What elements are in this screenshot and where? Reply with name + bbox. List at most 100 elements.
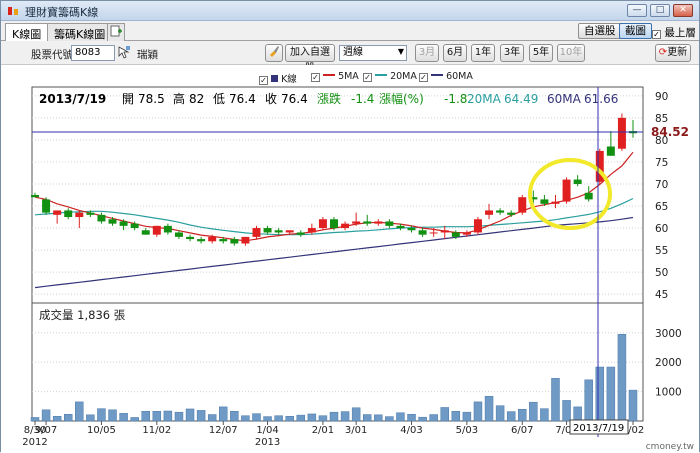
volume-bar <box>97 408 106 422</box>
volume-bar <box>429 414 438 422</box>
refresh-icon: ⟳ <box>658 47 668 58</box>
info-high: 82 <box>189 92 204 106</box>
app-window: 理財寶籌碼K線 — □ ✕ K線圖 籌碼K線圖 自選股 截圖 ✓ 最上層 股票代… <box>0 0 700 453</box>
screenshot-button[interactable]: 截圖 <box>619 23 652 39</box>
volume-bar <box>385 416 394 422</box>
ontop-toggle[interactable]: ✓ 最上層 <box>652 25 696 40</box>
maximize-button[interactable]: □ <box>650 4 670 17</box>
update-button[interactable]: ⟳更新 <box>655 44 691 62</box>
chart-area[interactable]: ✓ K線 ✓ 5MA ✓ 20MA ✓ 60MA 45 50 55 60 65 70 75 8… <box>1 65 699 453</box>
x-tick-label: 1/04 <box>256 425 278 436</box>
volume-label: 成交量 1,836 張 <box>39 308 126 322</box>
close-button[interactable]: ✕ <box>673 4 693 17</box>
stock-name: 瑞穎 <box>137 49 158 61</box>
candle-body <box>241 236 250 244</box>
candle-body <box>617 117 626 149</box>
add-tab-button[interactable] <box>107 23 125 41</box>
info-ma60-label: 60MA <box>547 92 582 106</box>
stock-search-button[interactable] <box>117 45 131 60</box>
price-tick-label: 50 <box>655 267 668 279</box>
x-tick-label: 11/02 <box>142 425 171 436</box>
brush-icon <box>270 46 279 57</box>
volume-bar <box>196 410 206 422</box>
volume-bar <box>108 409 117 422</box>
price-tick-label: 75 <box>655 157 668 169</box>
info-open: 78.5 <box>138 92 165 106</box>
volume-bar <box>75 401 84 422</box>
volume-bar <box>584 379 593 422</box>
volume-bar <box>119 413 128 422</box>
period-select[interactable]: 週線 ▼ <box>339 45 407 61</box>
title-bar: 理財寶籌碼K線 — □ ✕ <box>1 1 699 21</box>
volume-bar <box>329 411 339 422</box>
ontop-checkbox[interactable]: ✓ <box>652 30 661 39</box>
volume-bar <box>551 378 560 422</box>
candle-body <box>86 212 95 215</box>
range-5y-button[interactable]: 5年 <box>529 44 553 62</box>
volume-bar <box>307 413 317 422</box>
range-6m-button[interactable]: 6月 <box>443 44 467 62</box>
candle-body <box>429 232 438 234</box>
candle-body <box>396 225 405 229</box>
candle-body <box>263 228 272 233</box>
candle-body <box>208 236 217 242</box>
volume-bar <box>506 411 516 422</box>
volume-bar <box>462 411 472 422</box>
volume-tick-label: 1000 <box>655 387 682 399</box>
minimize-button[interactable]: — <box>627 4 647 17</box>
toolbar: 股票代號: 8083 瑞穎 加入自選股 週線 ▼ 3月 6月 1年 3年 5年 … <box>1 41 699 74</box>
volume-bar <box>152 411 162 422</box>
candle-body <box>363 221 372 224</box>
volume-bar <box>595 366 605 422</box>
candle-body <box>485 210 494 215</box>
x-tick-label: 6/07 <box>511 425 533 436</box>
volume-bar <box>374 414 383 422</box>
stock-code-input[interactable]: 8083 <box>71 45 115 61</box>
range-1y-button[interactable]: 1年 <box>471 44 495 62</box>
window-title: 理財寶籌碼K線 <box>25 6 99 19</box>
volume-bar <box>440 407 449 422</box>
volume-bar <box>219 406 228 422</box>
tab-kline[interactable]: K線圖 <box>5 23 49 42</box>
info-low: 76.4 <box>229 92 256 106</box>
info-date: 2013/7/19 <box>39 92 106 106</box>
price-marker: 84.52 <box>651 125 689 139</box>
volume-bar <box>207 414 217 422</box>
year-label: 2012 <box>22 437 47 448</box>
candle-body <box>341 223 350 229</box>
volume-bar <box>518 408 527 422</box>
info-high-label: 高 <box>173 91 185 106</box>
info-ma60: 61.66 <box>584 92 618 106</box>
volume-bar <box>41 409 51 422</box>
year-label: 2013 <box>255 437 280 448</box>
candle-body <box>64 210 73 218</box>
info-open-label: 開 <box>122 92 134 106</box>
candle-body <box>385 221 394 226</box>
candle-body <box>42 199 51 213</box>
stock-chart[interactable]: 45505560657075808590 100020003000 84.52 … <box>1 65 699 453</box>
volume-bar <box>418 416 427 422</box>
candle-body <box>296 232 305 235</box>
candle-body <box>507 212 516 215</box>
volume-bar <box>274 415 283 422</box>
range-10y-button[interactable]: 10年 <box>557 44 585 62</box>
candle-body <box>440 230 449 233</box>
candle-body <box>330 219 338 229</box>
candle-body <box>274 230 283 233</box>
price-tick-label: 85 <box>655 113 668 125</box>
x-tick-label: 10/05 <box>87 425 116 436</box>
info-ma20-label: 20MA <box>467 92 502 106</box>
paint-button[interactable] <box>265 44 283 62</box>
range-3y-button[interactable]: 3年 <box>500 44 524 62</box>
candle-body <box>75 212 84 218</box>
watchlist-button[interactable]: 自選股 <box>578 23 622 39</box>
volume-bar <box>185 408 195 422</box>
range-3m-button[interactable]: 3月 <box>415 44 439 62</box>
volume-bar <box>562 400 571 422</box>
add-watchlist-button[interactable]: 加入自選股 <box>285 44 335 74</box>
volume-bar <box>30 417 40 422</box>
cursor-date-label: 2013/7/19 <box>573 423 624 434</box>
candle-body <box>473 219 482 233</box>
volume-bar <box>86 414 95 422</box>
tab-chip-kline[interactable]: 籌碼K線圖 <box>47 23 113 41</box>
